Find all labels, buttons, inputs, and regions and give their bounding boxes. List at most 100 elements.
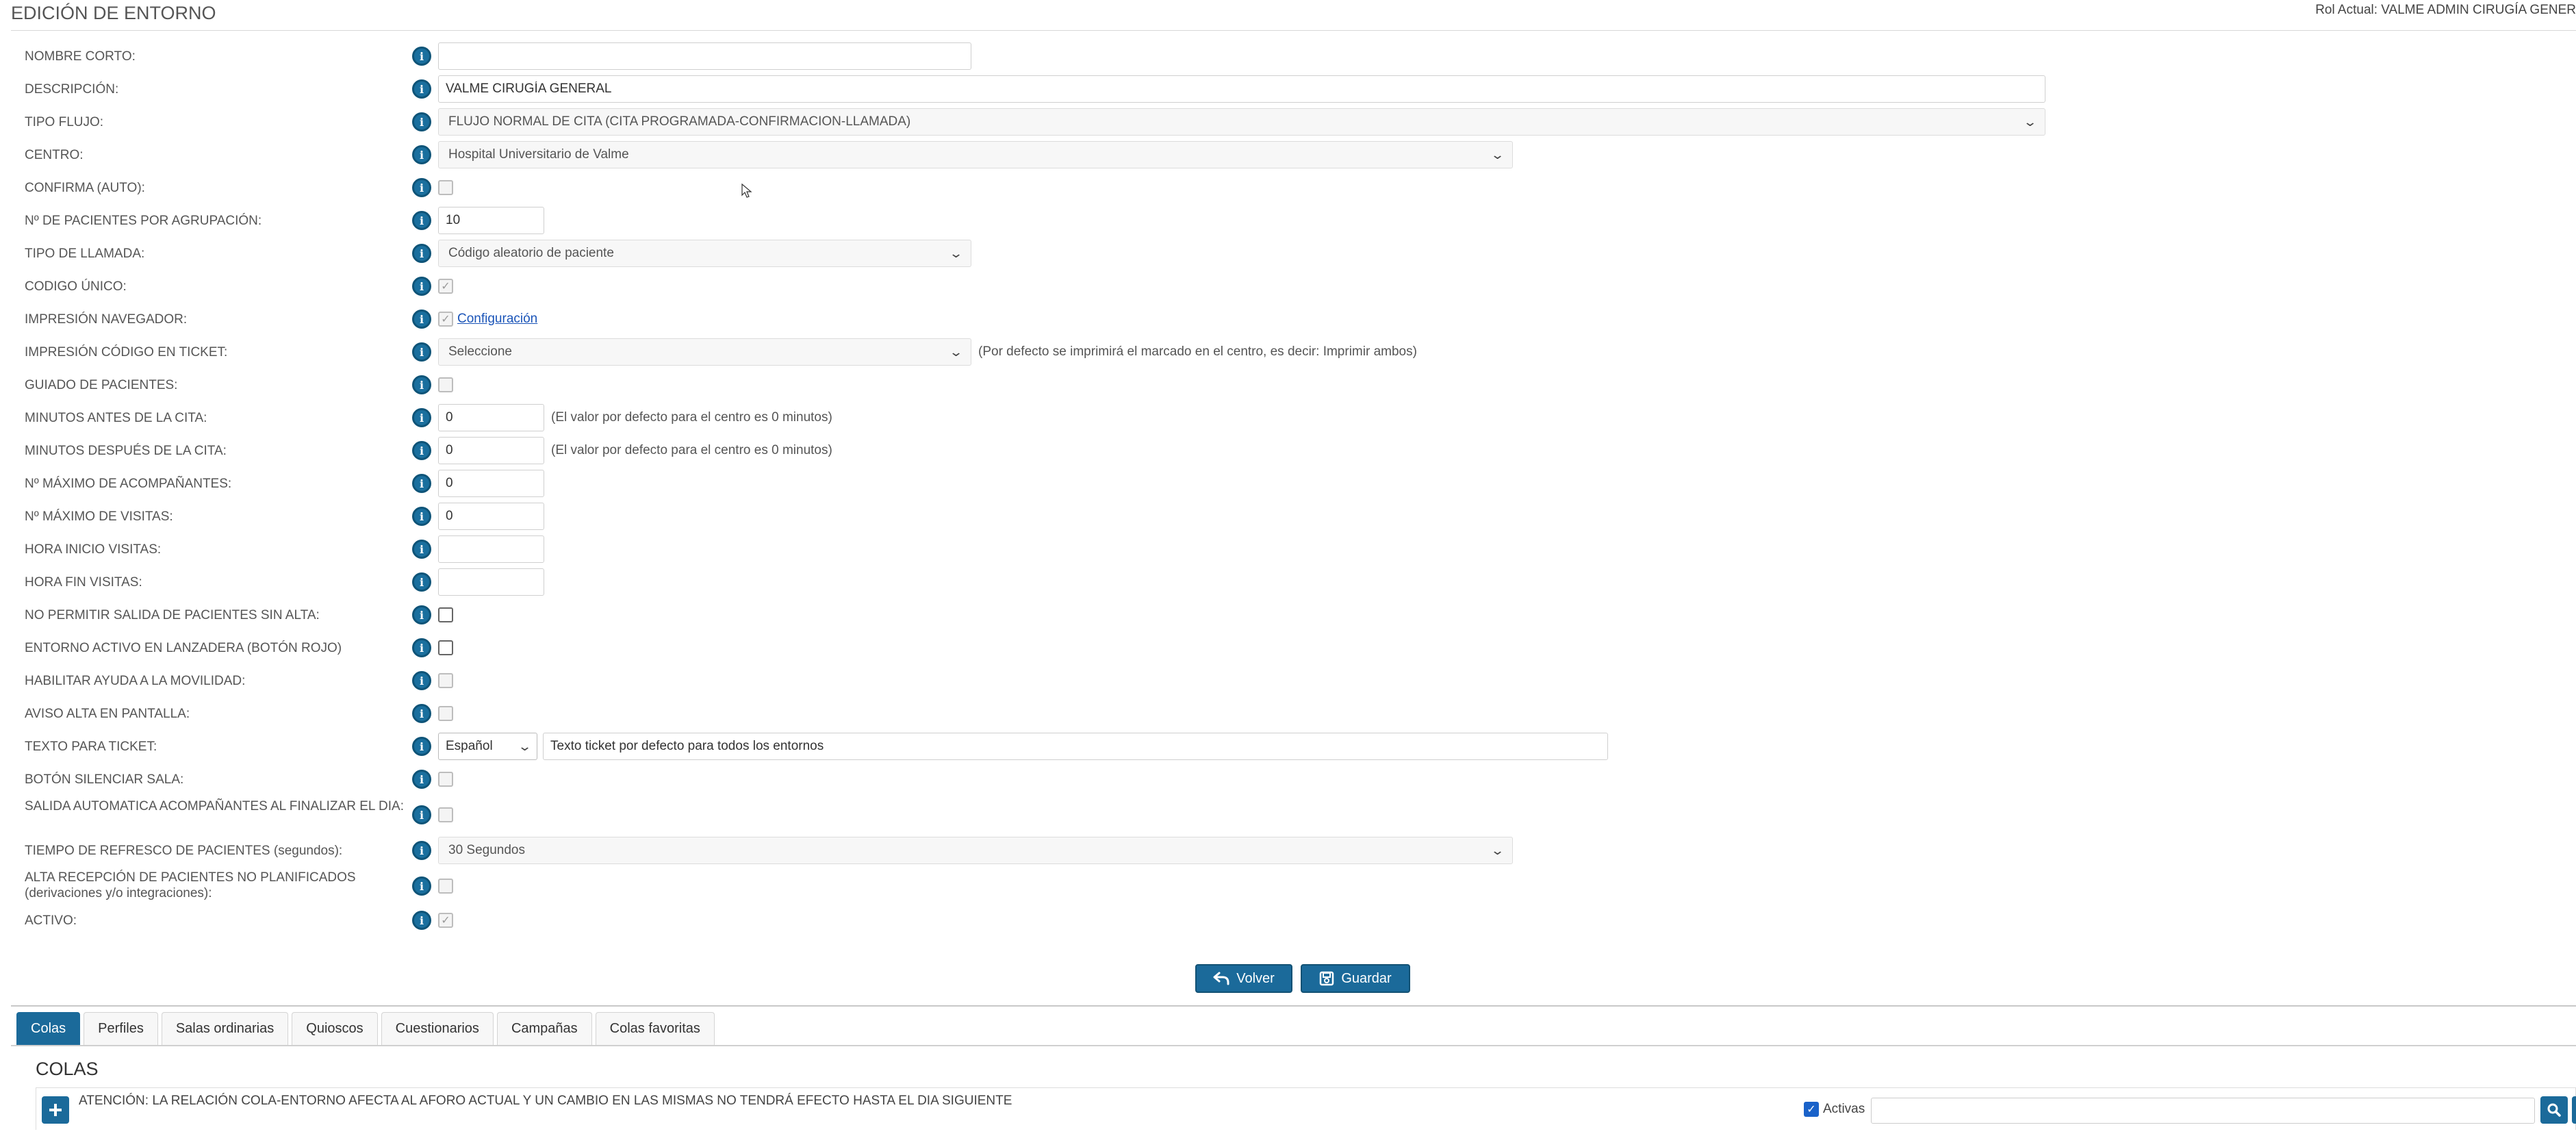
max-acompanantes-input[interactable] [438,470,544,497]
chevron-down-icon: ⌄ [1490,147,1505,162]
salida-automatica-checkbox[interactable] [438,807,453,822]
row-ayuda-movilidad: HABILITAR AYUDA A LA MOVILIDAD: i [11,667,2576,694]
info-icon[interactable]: i [412,178,431,197]
plus-icon [49,1104,62,1116]
info-icon[interactable]: i [412,770,431,789]
tiempo-refresco-select[interactable]: 30 Segundos ⌄ [438,837,1513,864]
info-icon[interactable]: i [412,805,431,824]
tipo-llamada-select[interactable]: Código aleatorio de paciente ⌄ [438,240,971,267]
mouse-cursor-icon [741,184,752,198]
impresion-ticket-value: Seleccione [448,344,512,359]
tab-colas-favoritas[interactable]: Colas favoritas [595,1012,715,1045]
impresion-navegador-checkbox[interactable]: ✓ [438,312,453,327]
max-visitas-input[interactable] [438,503,544,530]
info-icon[interactable]: i [412,441,431,460]
guiado-checkbox[interactable] [438,377,453,392]
hora-fin-label: HORA FIN VISITAS: [25,575,142,590]
info-icon[interactable]: i [412,112,431,131]
info-icon[interactable]: i [412,704,431,723]
alta-recepcion-checkbox[interactable] [438,879,453,894]
row-codigo-unico: CODIGO ÚNICO: i ✓ [11,273,2576,300]
info-icon[interactable]: i [412,911,431,930]
filter-button[interactable] [2572,1096,2576,1124]
info-icon[interactable]: i [412,638,431,657]
guardar-button[interactable]: Guardar [1301,964,1410,993]
tipo-flujo-value: FLUJO NORMAL DE CITA (CITA PROGRAMADA-CO… [448,114,911,129]
row-tiempo-refresco: TIEMPO DE REFRESCO DE PACIENTES (segundo… [11,837,2576,864]
info-icon[interactable]: i [412,211,431,230]
impresion-navegador-label: IMPRESIÓN NAVEGADOR: [25,312,188,327]
tab-salas-ordinarias[interactable]: Salas ordinarias [161,1012,289,1045]
minutos-antes-hint: (El valor por defecto para el centro es … [551,410,832,425]
info-icon[interactable]: i [412,277,431,296]
tab-perfiles[interactable]: Perfiles [84,1012,158,1045]
hora-inicio-input[interactable] [438,535,544,563]
ayuda-movilidad-label: HABILITAR AYUDA A LA MOVILIDAD: [25,673,246,688]
activo-checkbox[interactable]: ✓ [438,913,453,928]
activas-checkbox[interactable]: ✓ [1804,1102,1819,1117]
info-icon[interactable]: i [412,342,431,362]
ayuda-movilidad-checkbox[interactable] [438,673,453,688]
centro-select[interactable]: Hospital Universitario de Valme ⌄ [438,141,1513,168]
chevron-down-icon: ⌄ [517,739,533,753]
boton-silenciar-checkbox[interactable] [438,772,453,787]
activas-filter[interactable]: ✓ Activas [1804,1102,1865,1117]
chevron-down-icon: ⌄ [2022,114,2038,129]
no-permitir-salida-checkbox[interactable] [438,607,453,622]
confirma-auto-checkbox[interactable] [438,180,453,195]
info-icon[interactable]: i [412,605,431,624]
row-activo: ACTIVO: i ✓ [11,907,2576,934]
tab-colas[interactable]: Colas [16,1012,81,1045]
info-icon[interactable]: i [412,408,431,427]
volver-button[interactable]: Volver [1195,964,1292,993]
minutos-antes-input[interactable] [438,404,544,431]
row-no-permitir-salida: NO PERMITIR SALIDA DE PACIENTES SIN ALTA… [11,601,2576,629]
info-icon[interactable]: i [412,540,431,559]
chevron-down-icon: ⌄ [948,246,964,260]
add-button[interactable] [42,1096,69,1124]
search-input[interactable] [1871,1098,2535,1124]
entorno-lanzadera-checkbox[interactable] [438,640,453,655]
minutos-despues-input[interactable] [438,437,544,464]
info-icon[interactable]: i [412,310,431,329]
row-hora-inicio: HORA INICIO VISITAS: i [11,535,2576,563]
info-icon[interactable]: i [412,876,431,896]
info-icon[interactable]: i [412,671,431,690]
chevron-down-icon: ⌄ [948,344,964,359]
row-tipo-flujo: TIPO FLUJO: i FLUJO NORMAL DE CITA (CITA… [11,108,2576,136]
colas-warning: ATENCIÓN: LA RELACIÓN COLA-ENTORNO AFECT… [79,1094,1012,1108]
info-icon[interactable]: i [412,572,431,592]
info-icon[interactable]: i [412,79,431,99]
info-icon[interactable]: i [412,145,431,164]
info-icon[interactable]: i [412,375,431,394]
tab-quioscos[interactable]: Quioscos [292,1012,378,1045]
info-icon[interactable]: i [412,841,431,860]
texto-ticket-input[interactable] [543,733,1608,760]
idioma-select[interactable]: Español ⌄ [438,733,537,760]
hora-fin-input[interactable] [438,568,544,596]
info-icon[interactable]: i [412,507,431,526]
info-icon[interactable]: i [412,474,431,493]
tab-campanas[interactable]: Campañas [496,1012,592,1045]
codigo-unico-checkbox[interactable]: ✓ [438,279,453,294]
tipo-flujo-select[interactable]: FLUJO NORMAL DE CITA (CITA PROGRAMADA-CO… [438,108,2045,136]
info-icon[interactable]: i [412,244,431,263]
boton-silenciar-label: BOTÓN SILENCIAR SALA: [25,772,184,787]
info-icon[interactable]: i [412,47,431,66]
pacientes-agrupacion-input[interactable] [438,207,544,234]
row-tipo-llamada: TIPO DE LLAMADA: i Código aleatorio de p… [11,240,2576,267]
nombre-corto-input[interactable] [438,42,971,70]
configuracion-link[interactable]: Configuración [457,312,537,327]
confirma-auto-label: CONFIRMA (AUTO): [25,180,145,195]
info-icon[interactable]: i [412,737,431,756]
aviso-alta-checkbox[interactable] [438,706,453,721]
codigo-unico-label: CODIGO ÚNICO: [25,279,127,294]
row-minutos-despues: MINUTOS DESPUÉS DE LA CITA: i (El valor … [11,437,2576,464]
row-descripcion: DESCRIPCIÓN: i [11,75,2576,103]
minutos-despues-label: MINUTOS DESPUÉS DE LA CITA: [25,443,227,458]
impresion-ticket-select[interactable]: Seleccione ⌄ [438,338,971,366]
tab-cuestionarios[interactable]: Cuestionarios [381,1012,494,1045]
descripcion-input[interactable] [438,75,2045,103]
tipo-llamada-value: Código aleatorio de paciente [448,246,614,260]
search-button[interactable] [2540,1096,2568,1124]
